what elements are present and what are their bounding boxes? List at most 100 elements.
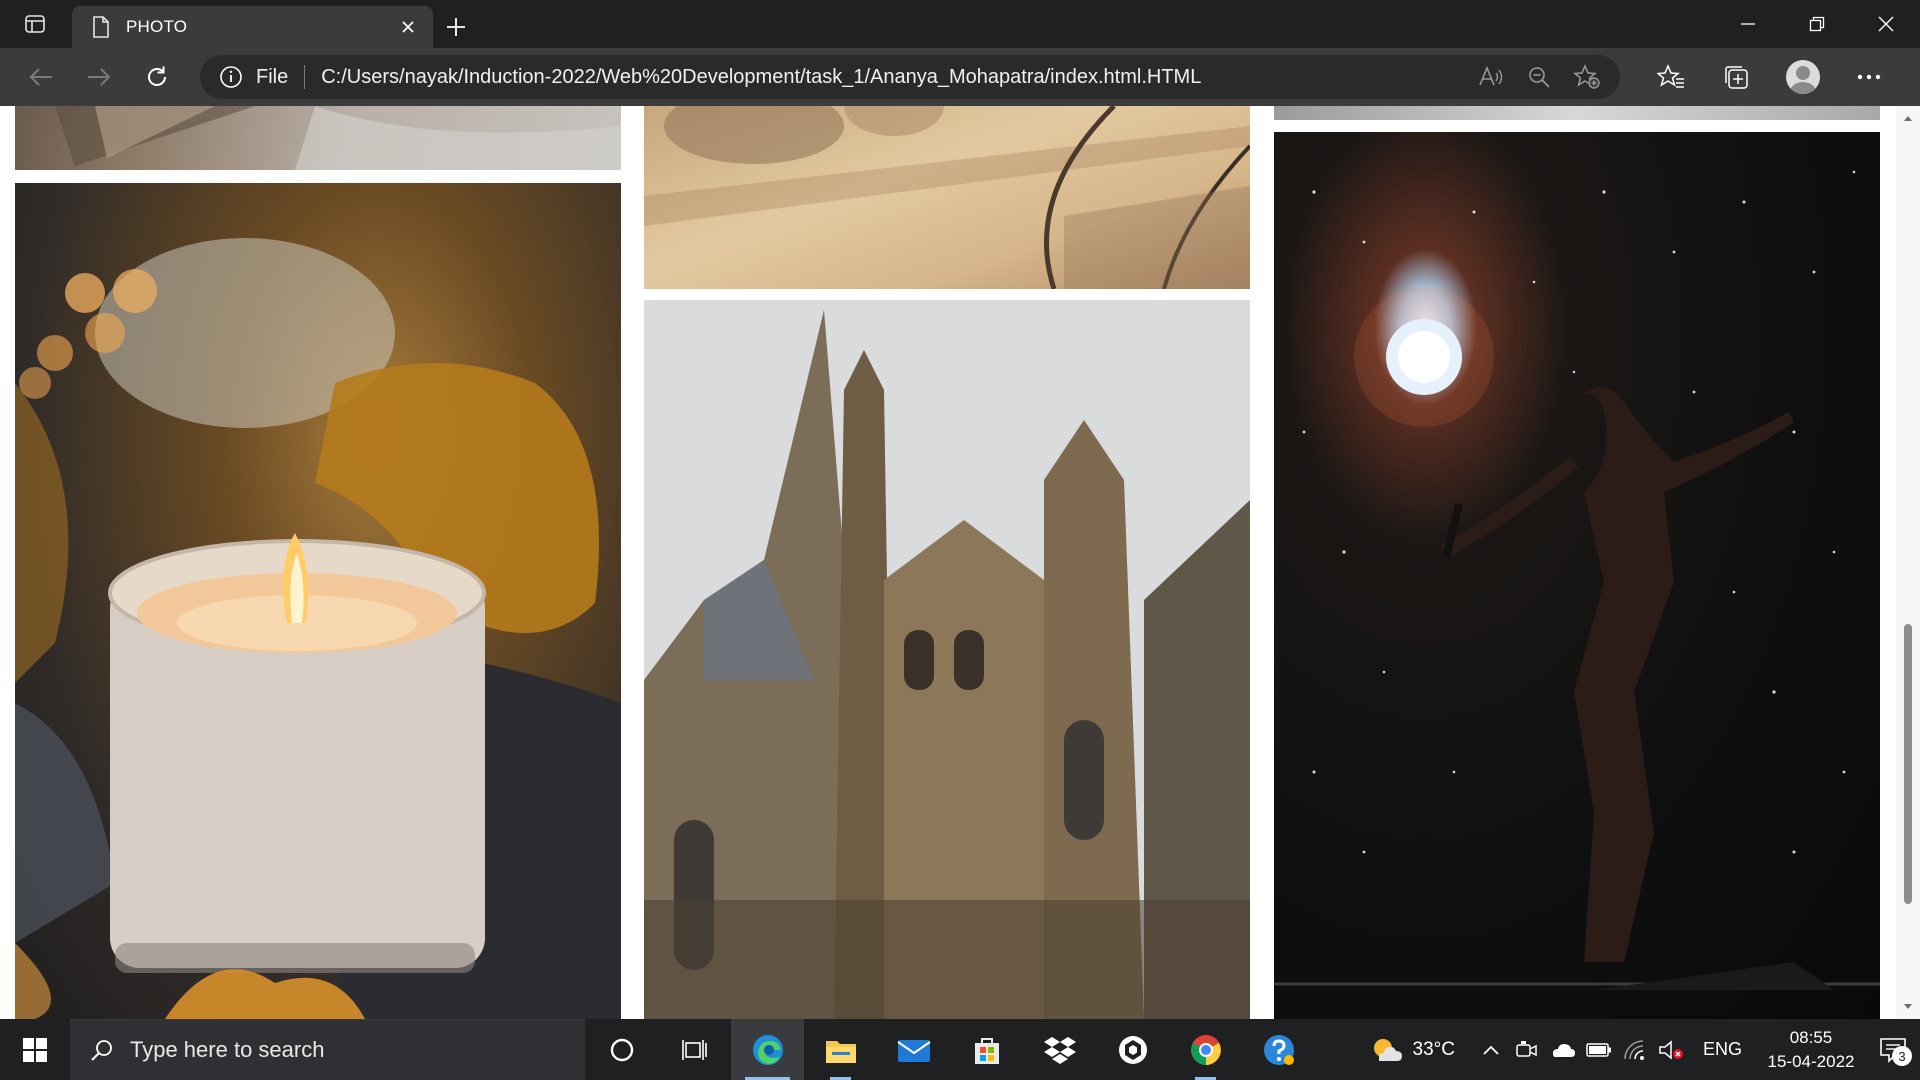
page-viewport (0, 106, 1920, 1019)
weather-temperature: 33°C (1412, 1038, 1455, 1060)
plus-icon (447, 18, 465, 36)
taskbar-dropbox[interactable] (1023, 1019, 1096, 1080)
forward-arrow-icon (88, 68, 111, 86)
add-favorite-icon[interactable] (1572, 62, 1602, 92)
tab-actions-icon (25, 15, 45, 33)
snow-photo (1274, 106, 1880, 120)
battery-button[interactable] (1581, 1019, 1617, 1080)
tab-actions-button[interactable] (0, 0, 70, 48)
taskbar-store[interactable] (950, 1019, 1023, 1080)
search-icon (91, 1040, 112, 1061)
search-placeholder: Type here to search (130, 1037, 325, 1062)
help-icon (1263, 1034, 1294, 1065)
address-bar-actions (1476, 62, 1602, 92)
cortana-icon (610, 1038, 633, 1061)
close-window-button[interactable] (1851, 0, 1920, 48)
info-icon[interactable] (218, 64, 244, 90)
clock-time: 08:55 (1789, 1027, 1833, 1047)
url-text[interactable]: C:/Users/nayak/Induction-2022/Web%20Deve… (321, 66, 1476, 89)
toolbar-right (1638, 53, 1902, 101)
battery-icon (1586, 1042, 1611, 1057)
scroll-down-arrow-icon[interactable] (1902, 1001, 1914, 1013)
taskbar-mail[interactable] (877, 1019, 950, 1080)
meet-now-button[interactable] (1509, 1019, 1545, 1080)
vertical-scrollbar[interactable] (1896, 106, 1920, 1019)
back-button[interactable] (12, 53, 70, 101)
collections-button[interactable] (1704, 53, 1770, 101)
input-language[interactable]: ENG (1703, 1039, 1742, 1060)
edge-icon (752, 1034, 783, 1065)
profile-button[interactable] (1770, 53, 1836, 101)
weather-widget[interactable]: 33°C (1369, 1035, 1455, 1065)
taskbar-edge[interactable] (731, 1019, 804, 1080)
close-icon (1878, 16, 1893, 32)
windows-logo-icon (23, 1037, 47, 1062)
avatar (1786, 60, 1820, 94)
task-view-icon (681, 1039, 707, 1060)
browser-tab-bar: PHOTO (0, 0, 1920, 48)
cortana-button[interactable] (585, 1019, 658, 1080)
collections-icon (1725, 66, 1748, 89)
taskbar-app-blackbox[interactable] (1096, 1019, 1169, 1080)
partly-sunny-icon (1373, 1038, 1402, 1061)
onedrive-button[interactable] (1545, 1019, 1581, 1080)
mail-icon (896, 1039, 931, 1062)
wifi-icon (1624, 1039, 1644, 1060)
restore-icon (1809, 16, 1824, 32)
restore-button[interactable] (1782, 0, 1851, 48)
dropbox-icon (1043, 1036, 1076, 1064)
refresh-button[interactable] (128, 53, 186, 101)
singer-stage-photo (1274, 132, 1880, 1019)
clock[interactable]: 08:55 15-04-2022 (1756, 1026, 1866, 1074)
scrollbar-thumb[interactable] (1904, 624, 1912, 904)
cloud-icon (1552, 1043, 1575, 1057)
taskbar-get-help[interactable] (1242, 1019, 1315, 1080)
system-tray: 33°C ENG 08:55 15-04-2022 3 (1369, 1019, 1920, 1080)
scroll-up-arrow-icon[interactable] (1902, 112, 1914, 124)
favorites-button[interactable] (1638, 53, 1704, 101)
network-button[interactable] (1617, 1019, 1653, 1080)
settings-menu-button[interactable] (1836, 53, 1902, 101)
minimize-icon (1740, 23, 1755, 25)
minimize-button[interactable] (1713, 0, 1782, 48)
clock-date: 15-04-2022 (1767, 1051, 1855, 1071)
app-hexagon-icon (1118, 1035, 1147, 1064)
tab-title: PHOTO (126, 17, 188, 36)
address-bar[interactable]: File C:/Users/nayak/Induction-2022/Web%2… (200, 55, 1620, 99)
browser-toolbar: File C:/Users/nayak/Induction-2022/Web%2… (0, 48, 1920, 106)
bedding-photo (15, 106, 621, 170)
folder-icon (825, 1040, 856, 1063)
new-tab-button[interactable] (433, 6, 479, 48)
show-hidden-icons-button[interactable] (1473, 1019, 1509, 1080)
start-button[interactable] (0, 1019, 70, 1080)
volume-button[interactable] (1653, 1019, 1689, 1080)
store-icon (974, 1037, 999, 1064)
refresh-icon (148, 66, 166, 86)
table-shadow-photo (644, 106, 1250, 289)
notification-count-badge: 3 (1892, 1046, 1912, 1066)
address-divider (304, 65, 306, 89)
close-tab-icon[interactable] (397, 16, 419, 38)
chevron-up-icon (1483, 1045, 1499, 1055)
forward-button[interactable] (70, 53, 128, 101)
volume-muted-icon (1659, 1039, 1683, 1060)
active-tab[interactable]: PHOTO (72, 6, 433, 48)
taskbar-chrome[interactable] (1169, 1019, 1242, 1080)
zoom-out-icon[interactable] (1524, 62, 1554, 92)
more-options-icon (1857, 74, 1881, 80)
favorites-icon (1657, 64, 1684, 88)
page-icon (90, 16, 112, 38)
windows-taskbar: Type here to search 33°C ENG 08:55 15-04… (0, 1019, 1920, 1080)
task-view-button[interactable] (658, 1019, 731, 1080)
scheme-label: File (256, 65, 289, 88)
action-center-button[interactable]: 3 (1866, 1019, 1920, 1080)
window-controls (1713, 0, 1920, 48)
back-arrow-icon (29, 68, 52, 86)
taskbar-search-box[interactable]: Type here to search (70, 1019, 585, 1080)
read-aloud-icon[interactable] (1476, 62, 1506, 92)
gothic-cathedral-photo (644, 300, 1250, 1019)
chrome-icon (1190, 1034, 1221, 1065)
candle-photo (15, 183, 621, 1019)
meet-now-icon (1516, 1040, 1537, 1057)
taskbar-file-explorer[interactable] (804, 1019, 877, 1080)
